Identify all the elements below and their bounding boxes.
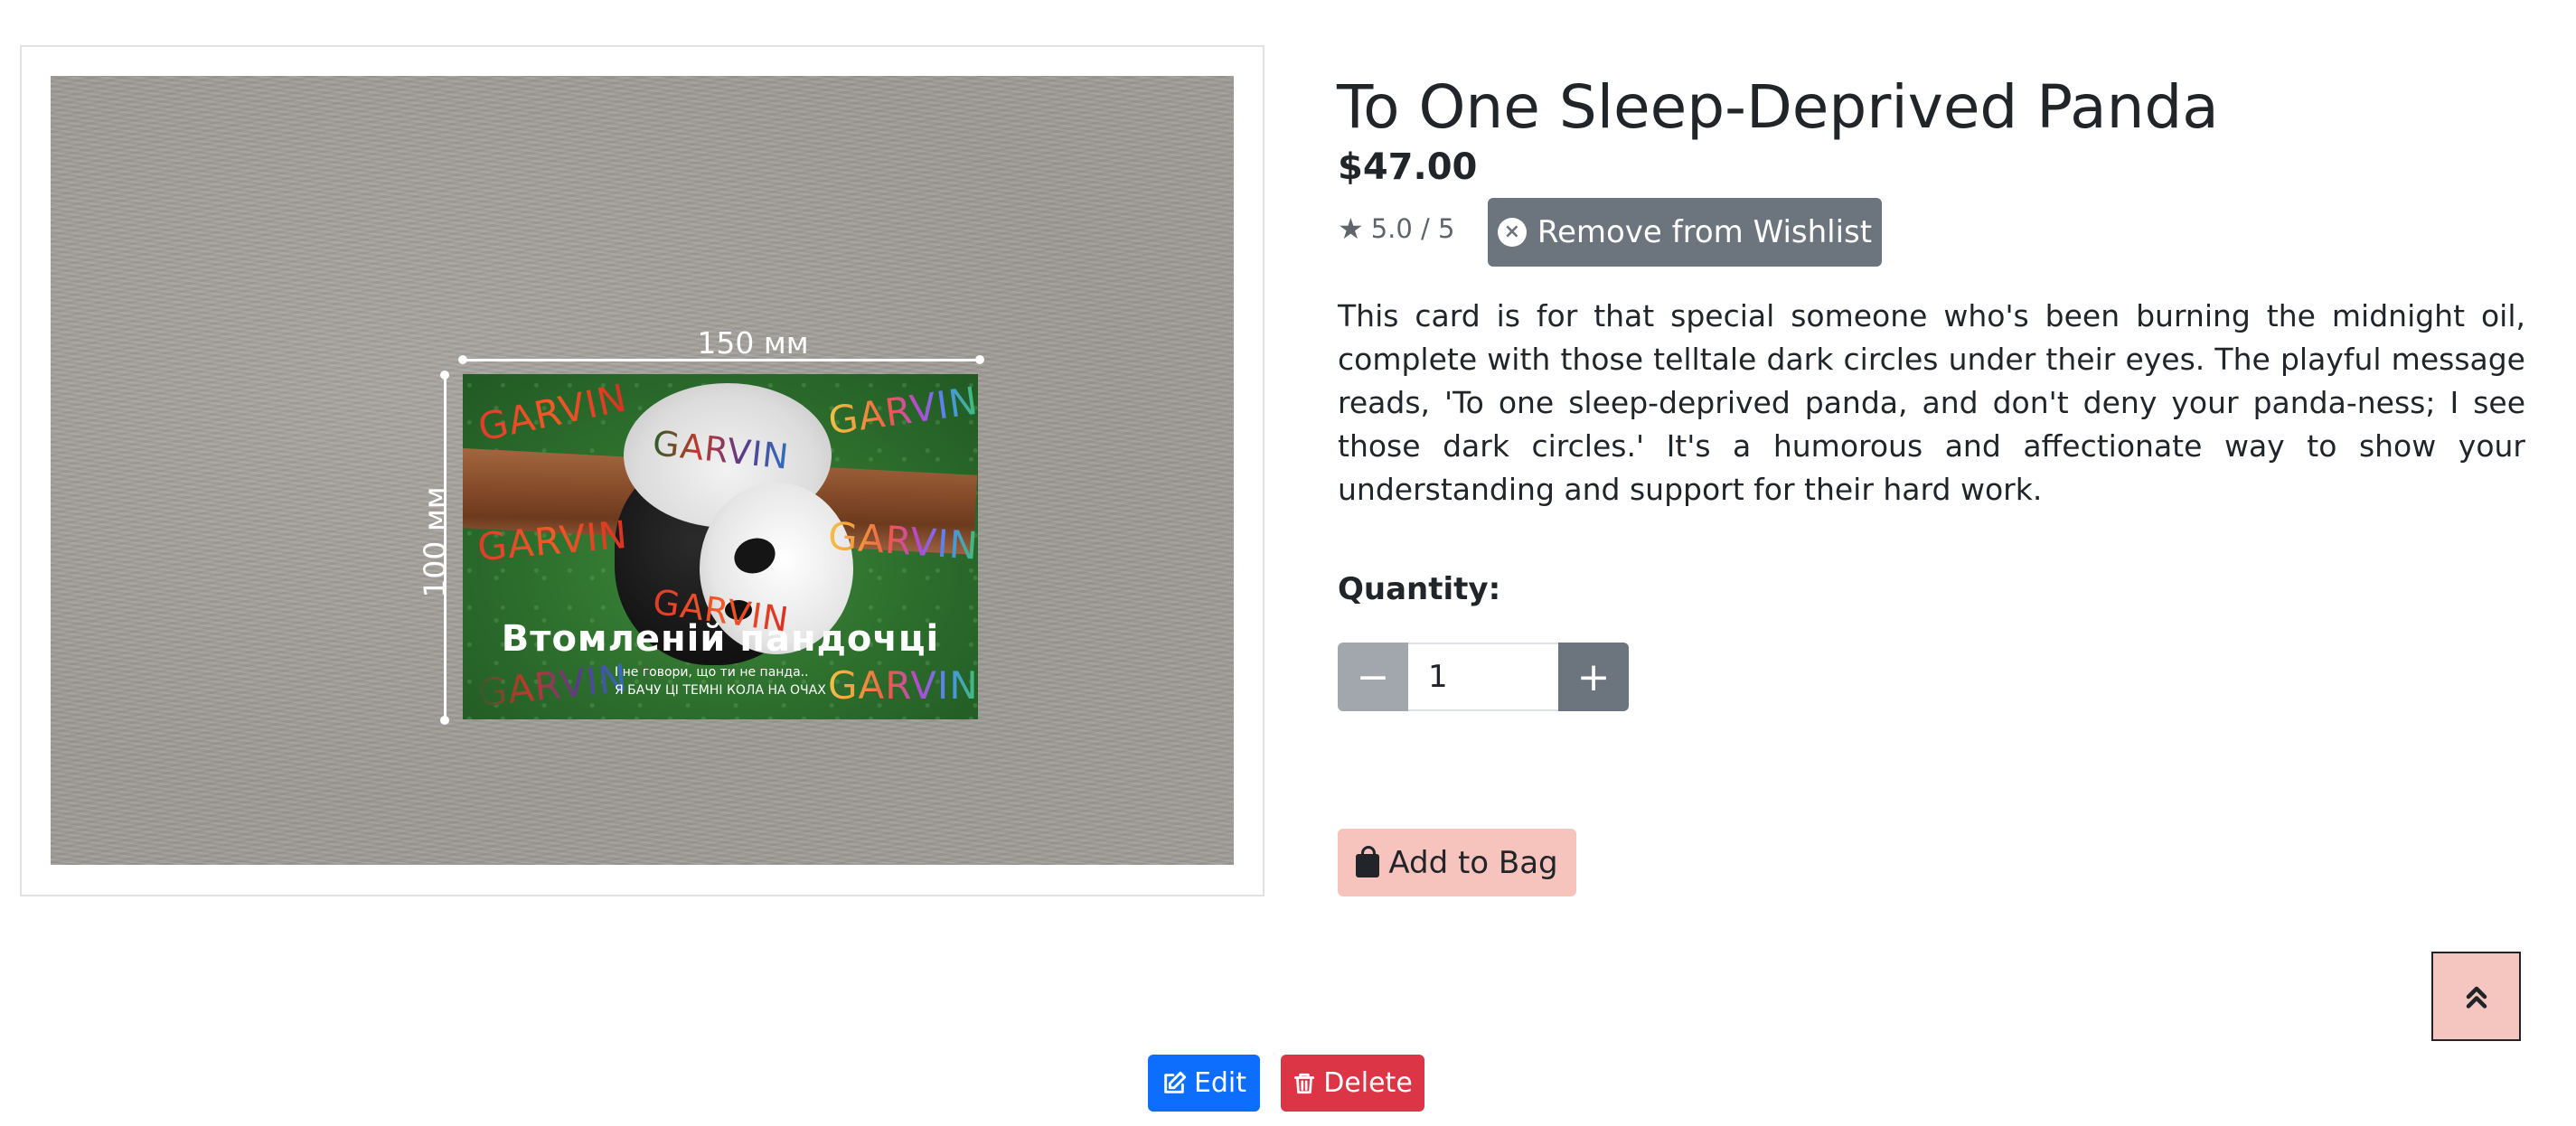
dimension-dot: [975, 355, 984, 364]
chevrons-up-icon: [2466, 986, 2487, 1009]
decrement-quantity-button[interactable]: −: [1338, 643, 1408, 711]
quantity-stepper: − +: [1338, 643, 1629, 711]
edit-button[interactable]: Edit: [1148, 1055, 1260, 1112]
product-description: This card is for that special someone wh…: [1338, 298, 2525, 507]
product-rating: ★ 5.0 / 5: [1338, 213, 1454, 244]
trash-icon: [1294, 1073, 1315, 1093]
height-dimension-label: 100 мм: [417, 486, 453, 598]
card-brand-mark: GARVIN: [475, 655, 630, 716]
card-brand-mark: GARVIN: [825, 379, 978, 444]
edit-icon: [1164, 1071, 1187, 1093]
remove-from-wishlist-button[interactable]: × Remove from Wishlist: [1488, 198, 1882, 267]
width-dimension-line: [463, 359, 980, 361]
card-subtitle-line: Я БАЧУ ЦІ ТЕМНІ КОЛА НА ОЧАХ: [615, 683, 826, 698]
card-brand-mark: GARVIN: [828, 663, 978, 708]
delete-button[interactable]: Delete: [1281, 1055, 1424, 1112]
dimension-dot: [440, 716, 449, 725]
product-image: 150 мм 100 мм GARVIN GARVIN GARVIN GARVI…: [51, 76, 1234, 865]
card-subtitle-line: І не говори, що ти не панда..: [615, 665, 809, 680]
product-title: To One Sleep-Deprived Panda: [1337, 72, 2219, 142]
wishlist-button-label: Remove from Wishlist: [1537, 214, 1873, 250]
star-icon: ★: [1338, 211, 1364, 246]
card-title-text: Втомленій пандочці: [501, 618, 940, 660]
minus-icon: −: [1356, 653, 1390, 700]
bag-icon: [1356, 845, 1380, 877]
product-image-frame: 150 мм 100 мм GARVIN GARVIN GARVIN GARVI…: [20, 45, 1264, 896]
quantity-input[interactable]: [1408, 643, 1558, 711]
rating-value: 5.0 / 5: [1370, 213, 1455, 244]
quantity-label: Quantity:: [1338, 571, 1501, 607]
delete-button-label: Delete: [1323, 1067, 1413, 1099]
card-brand-mark: GARVIN: [474, 375, 631, 450]
card-subtitle-text: І не говори, що ти не панда.. Я БАЧУ ЦІ Т…: [615, 663, 826, 699]
add-to-bag-label: Add to Bag: [1388, 844, 1558, 881]
increment-quantity-button[interactable]: +: [1558, 643, 1629, 711]
greeting-card-artwork: GARVIN GARVIN GARVIN GARVIN GARVIN GARVI…: [463, 374, 978, 719]
dimension-dot: [458, 355, 467, 364]
edit-button-label: Edit: [1193, 1067, 1247, 1099]
plus-icon: +: [1576, 653, 1611, 700]
scroll-to-top-button[interactable]: [2431, 952, 2521, 1041]
width-dimension-label: 150 мм: [697, 325, 809, 361]
product-price: $47.00: [1338, 146, 1478, 188]
dimension-dot: [440, 371, 449, 380]
x-circle-icon: ×: [1497, 218, 1527, 247]
add-to-bag-button[interactable]: Add to Bag: [1338, 829, 1576, 896]
